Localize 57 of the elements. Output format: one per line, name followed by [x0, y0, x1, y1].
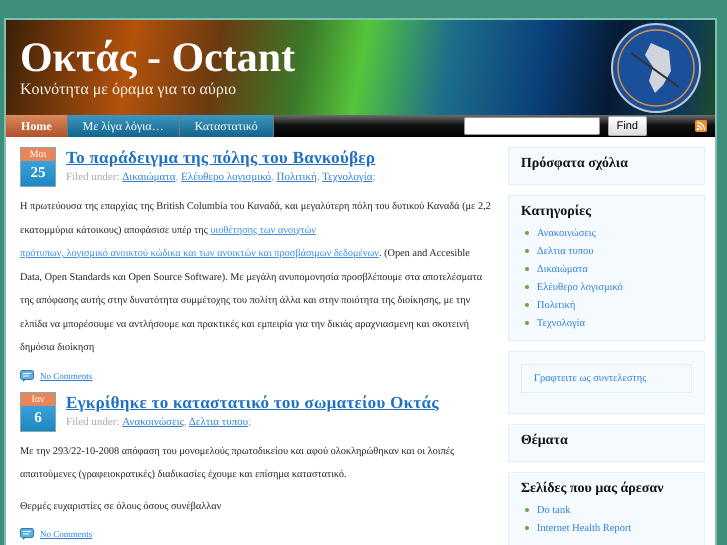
sidebar-link[interactable]: Ελέυθερο λογισμικό — [536, 282, 623, 292]
comments-link[interactable]: No Comments — [40, 529, 92, 539]
widget-title: Κατηγορίες — [520, 204, 592, 221]
rss-icon[interactable] — [695, 120, 707, 132]
compass-logo-icon — [611, 22, 701, 112]
inline-link[interactable]: πρότυπων, λογισμικό ανοικτού κώδικα και των ανοικτών και προσβάσιμων δεδομένων — [20, 248, 379, 259]
contributor-signup-link[interactable]: Γραφτειτε ως συντελεστης — [520, 364, 692, 393]
calendar-date-badge: Μαι 25 — [20, 147, 56, 187]
find-button[interactable]: Find — [608, 116, 647, 136]
sidebar-link[interactable]: Internet Health Report — [536, 522, 632, 534]
widget-title: Πρόσφατα σχόλια — [520, 156, 629, 173]
bullet-icon — [524, 231, 529, 235]
sidebar-link[interactable]: Δικαιώματα — [536, 264, 588, 274]
punctuation-mark: , — [316, 171, 320, 183]
widget-title: Σελίδες που μας άρεσαν — [520, 481, 664, 498]
search-field[interactable] — [464, 117, 600, 135]
punctuation-mark: ; — [372, 171, 376, 183]
nav-tab[interactable]: Home — [6, 115, 68, 137]
punctuation-mark: , — [184, 416, 187, 428]
category-link[interactable]: Δελτια τυπου — [188, 416, 248, 428]
calendar-date-badge: Ιαν 6 — [20, 392, 56, 432]
category-link[interactable]: Ανακοινώσεις — [122, 416, 184, 428]
post-paragraph: Θερμές ευχαριστίες σε όλους όσους συνέβαλλαν — [20, 500, 222, 514]
bullet-icon — [524, 321, 529, 325]
site-title[interactable]: Οκτάς - Octant — [20, 36, 296, 78]
post-title-link[interactable]: Το παράδειγμα της πόλης του Βανκούβερ — [66, 148, 376, 167]
bullet-icon — [524, 285, 529, 289]
sidebar-link[interactable]: Δελτια τυπου — [536, 246, 594, 256]
category-link[interactable]: Ελέυθερο λογισμικό — [181, 171, 272, 183]
sidebar-link[interactable]: Τεχνολογία — [536, 318, 585, 328]
post-paragraph: Με την 293/22-10-2008 απόφαση του μονομελούς πρωτοδικείου και αφού ολοκληρώθηκαν και οι λοιπές απαιτούμενες (γραφειοκρατικές) διαδικασίες έχουμε και επίσημα καταστατικό. — [20, 444, 456, 482]
bullet-icon — [524, 267, 529, 271]
bullet-icon — [524, 526, 529, 530]
punctuation-mark: , — [271, 171, 274, 183]
comments-link[interactable]: No Comments — [40, 370, 92, 380]
sidebar-link[interactable]: Ανακοινώσεις — [536, 228, 596, 238]
category-link[interactable]: Δικαιώματα — [122, 171, 176, 183]
bullet-icon — [524, 303, 529, 307]
post-paragraph: Η πρωτεύουσα της επαρχίας της British Columbia του Καναδά, και μεγαλύτερη πόλη του δυτικού Καναδά (με 2,2 εκατομμύρια κάτοικους) αποφάσισε υπέρ της υιοθέτησης των ανοιχτών πρότυπων, λογισμικό ανοικτού κώδικα και των ανοικτών και προσβάσιμων δεδομένων. (Open and Accesible Data, Open Standards και Open Source Software). Με μεγάλη ανυπομονησία προσβλέπουμε στα αποτελέσματα της απόφασης αυτής στην δυνατότητα συμμέτοχης του πολίτη άλλα και στην ποιότητα της διοίκησης, με την ελπίδα να μπορέσουμε να αντλήσουμε και πρακτικές και εμπειρία για την δικιάς αραχνιασμενη και σκοτεινή δημόσια διοίκηση — [20, 200, 492, 355]
bullet-icon — [524, 249, 529, 253]
sidebar-link[interactable]: Πολιτική — [536, 300, 576, 310]
speech-bubble-icon — [20, 528, 34, 540]
filed-under-label: Filed under: — [66, 171, 120, 183]
site-tagline: Κοινότητα με όραμα για το αύριο — [20, 80, 238, 98]
post-title-link[interactable]: Εγκρίθηκε το καταστατικό του σωματείου Οκτάς — [66, 392, 439, 412]
nav-tab[interactable]: Με λίγα λόγια… — [68, 115, 180, 137]
punctuation-mark: ; — [248, 416, 252, 428]
inline-link[interactable]: υιοθέτησης των ανοιχτών — [210, 224, 316, 236]
speech-bubble-icon — [20, 370, 34, 382]
sidebar-link[interactable]: Do tank — [536, 504, 570, 516]
bullet-icon — [524, 508, 529, 512]
filed-under-label: Filed under: — [66, 416, 120, 428]
nav-tab[interactable]: Καταστατικό — [180, 115, 274, 137]
punctuation-mark: , — [176, 171, 178, 183]
category-link[interactable]: Τεχνολογία — [322, 171, 372, 183]
category-link[interactable]: Πολιτική — [276, 171, 317, 183]
widget-title: Θέματα — [520, 433, 569, 450]
